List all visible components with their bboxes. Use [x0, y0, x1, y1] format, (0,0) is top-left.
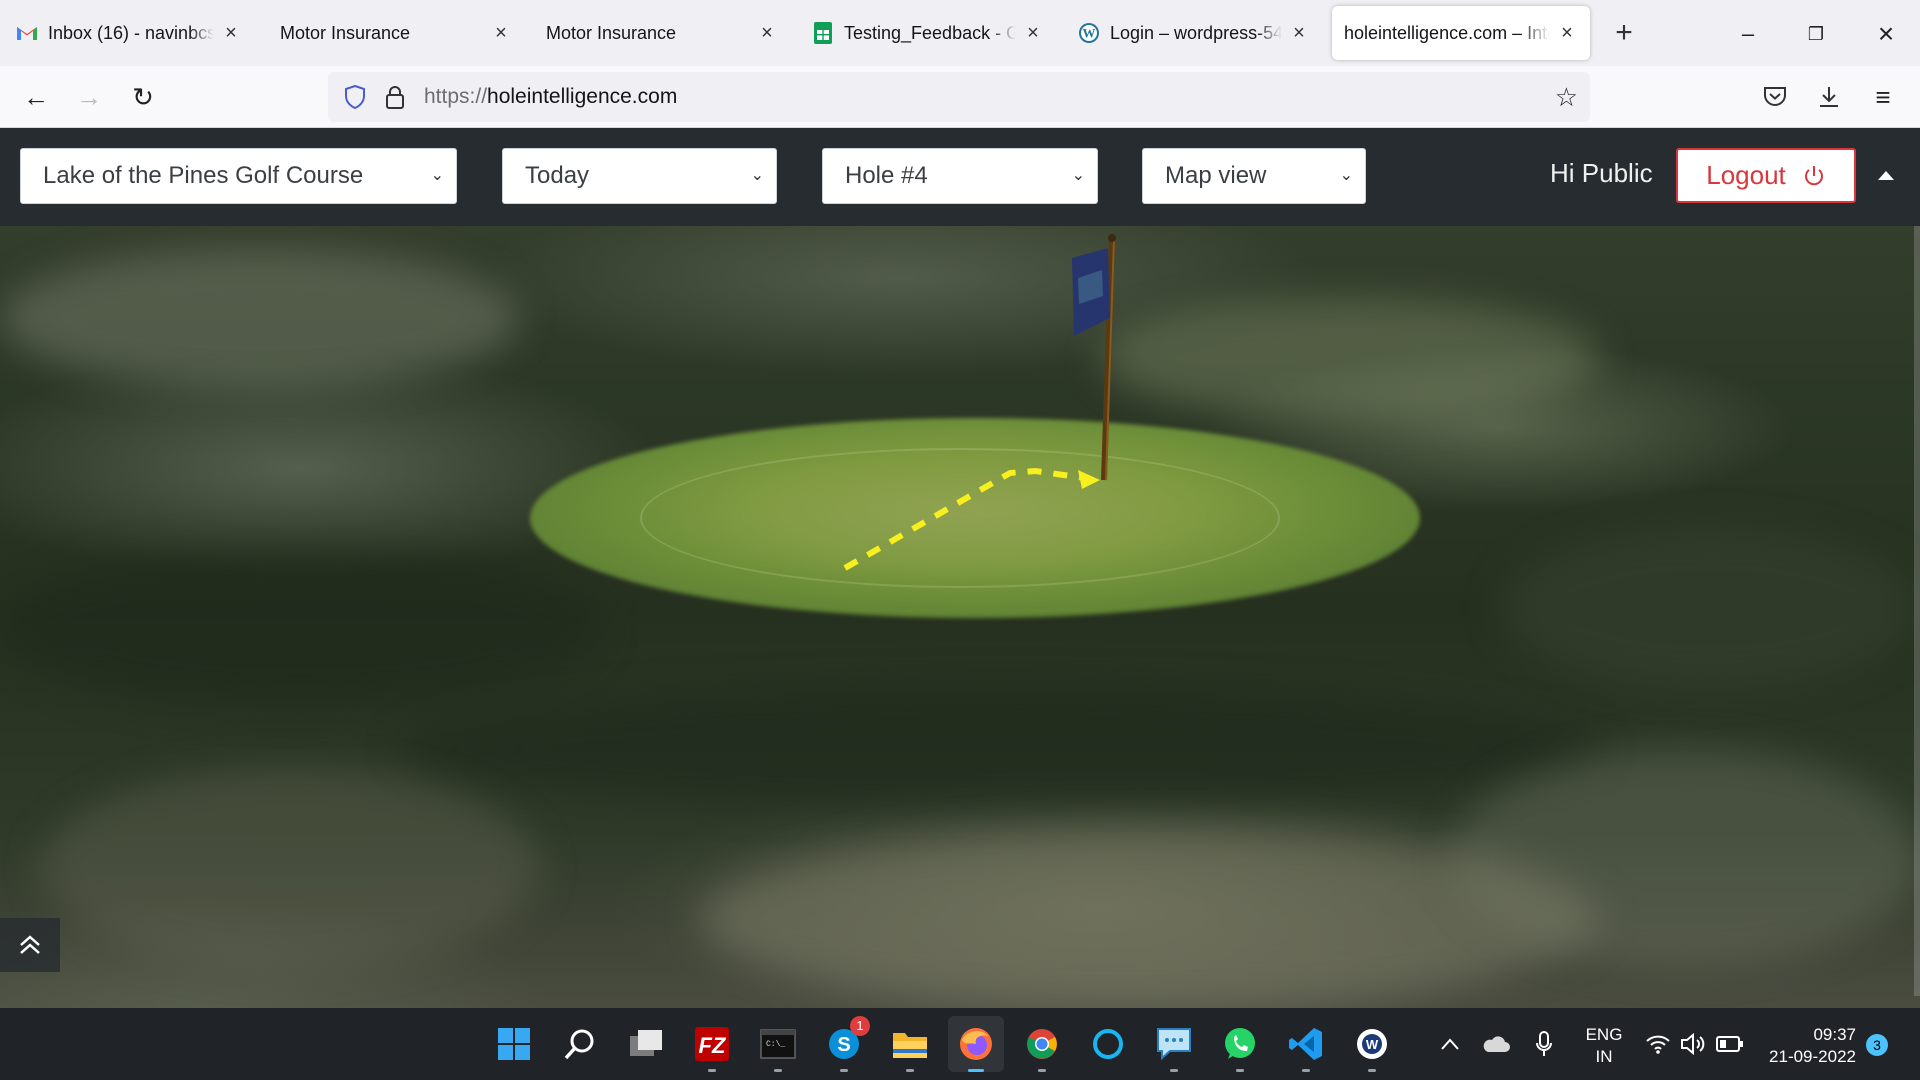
shot-arrow-head	[1078, 470, 1100, 489]
golf-map-page: Lake of the Pines Golf Course ⌄ Today ⌄ …	[0, 128, 1920, 1008]
input-language-indicator[interactable]: ENG IN	[1582, 1024, 1626, 1068]
windows-taskbar: FZ C:\_ S 1 W ENG IN 09:37 21-09-2022 3	[0, 1008, 1920, 1080]
chrome-icon[interactable]	[1020, 1022, 1064, 1072]
chevron-down-icon: ⌄	[1339, 167, 1353, 184]
windows-start-icon[interactable]	[492, 1022, 536, 1066]
skype-icon[interactable]: S 1	[822, 1016, 870, 1072]
view-select[interactable]: Map view ⌄	[1142, 148, 1366, 204]
clock-date: 21-09-2022	[1769, 1047, 1856, 1066]
menu-icon[interactable]: ≡	[1862, 76, 1904, 118]
date-select[interactable]: Today ⌄	[502, 148, 777, 204]
battery-icon[interactable]	[1708, 1022, 1752, 1066]
app-icon[interactable]: W	[1350, 1022, 1394, 1072]
file-explorer-icon[interactable]	[888, 1022, 932, 1072]
svg-text:W: W	[1083, 26, 1096, 41]
close-icon[interactable]: ×	[1288, 22, 1310, 44]
shot-path-line	[843, 467, 1086, 571]
close-icon[interactable]: ×	[756, 22, 778, 44]
view-select-value: Map view	[1165, 162, 1267, 189]
scroll-to-top-button[interactable]	[0, 918, 60, 972]
satellite-3d-map[interactable]	[0, 128, 1920, 1008]
page-scrollbar[interactable]	[1914, 226, 1920, 996]
shield-icon[interactable]	[340, 82, 370, 112]
tab-testing-feedback[interactable]: Testing_Feedback - Go ×	[800, 6, 1056, 60]
minimize-icon[interactable]: –	[1728, 14, 1768, 54]
google-sheets-icon	[812, 22, 834, 44]
vscode-icon[interactable]	[1284, 1022, 1328, 1072]
feedback-hub-icon[interactable]	[1152, 1022, 1196, 1072]
window-close-icon[interactable]: ×	[1866, 14, 1906, 54]
new-tab-button[interactable]: +	[1604, 14, 1644, 54]
url-text[interactable]: https://holeintelligence.com	[424, 85, 677, 109]
course-select[interactable]: Lake of the Pines Golf Course ⌄	[20, 148, 457, 204]
terminal-icon[interactable]: C:\_	[756, 1022, 800, 1072]
address-bar[interactable]: https://holeintelligence.com ☆	[328, 72, 1590, 122]
chevron-down-icon: ⌄	[750, 167, 764, 184]
course-select-value: Lake of the Pines Golf Course	[43, 162, 364, 189]
clock-time: 09:37	[1813, 1025, 1856, 1044]
bookmark-star-icon[interactable]: ☆	[1555, 82, 1578, 112]
whatsapp-icon[interactable]	[1218, 1022, 1262, 1072]
close-icon[interactable]: ×	[220, 22, 242, 44]
tab-gmail-inbox[interactable]: Inbox (16) - navinbcs@ ×	[4, 6, 254, 60]
tab-title: Motor Insurance	[546, 22, 677, 43]
hole-select[interactable]: Hole #4 ⌄	[822, 148, 1098, 204]
svg-text:W: W	[1366, 1037, 1379, 1052]
close-icon[interactable]: ×	[1556, 22, 1578, 44]
date-select-value: Today	[525, 162, 590, 189]
tab-wordpress-login[interactable]: W Login – wordpress-54 ×	[1066, 6, 1322, 60]
flag-pole-tip	[1108, 234, 1116, 242]
back-icon[interactable]: ←	[15, 76, 57, 118]
tab-motor-insurance-2[interactable]: Motor Insurance ×	[534, 6, 790, 60]
tab-title: Motor Insurance	[280, 22, 411, 43]
svg-text:S: S	[837, 1034, 850, 1056]
filezilla-icon[interactable]: FZ	[690, 1022, 734, 1072]
gmail-icon	[16, 22, 38, 44]
app-toolbar: Lake of the Pines Golf Course ⌄ Today ⌄ …	[0, 128, 1920, 226]
chevron-down-icon: ⌄	[1071, 167, 1085, 184]
logout-button[interactable]: Logout	[1676, 148, 1856, 203]
forward-icon[interactable]: →	[68, 76, 110, 118]
hole-select-value: Hole #4	[845, 162, 928, 189]
reload-icon[interactable]: ↻	[122, 76, 164, 118]
double-chevron-up-icon	[20, 935, 40, 954]
tab-title: holeintelligence.com – Inte	[1344, 22, 1550, 43]
shot-overlay	[843, 234, 1116, 571]
microphone-icon[interactable]	[1522, 1022, 1566, 1066]
download-icon[interactable]	[1808, 76, 1850, 118]
user-greeting: Hi Public	[1550, 158, 1653, 188]
svg-text:C:\_: C:\_	[766, 1040, 785, 1049]
lock-icon[interactable]	[382, 82, 408, 112]
power-icon	[1802, 164, 1826, 188]
tab-title: Login – wordpress-54	[1110, 22, 1282, 43]
close-icon[interactable]: ×	[490, 22, 512, 44]
svg-text:FZ: FZ	[699, 1033, 727, 1058]
show-hidden-icons-chevron-icon[interactable]	[1428, 1022, 1472, 1066]
pocket-icon[interactable]	[1754, 76, 1796, 118]
onedrive-cloud-icon[interactable]	[1474, 1022, 1518, 1066]
collapse-toolbar-icon[interactable]	[1874, 164, 1898, 188]
close-icon[interactable]: ×	[1022, 22, 1044, 44]
restore-icon[interactable]: ❐	[1796, 14, 1836, 54]
browser-tab-strip: Inbox (16) - navinbcs@ × Motor Insurance…	[0, 0, 1920, 66]
logout-label: Logout	[1706, 160, 1786, 190]
notification-count-badge[interactable]: 3	[1866, 1034, 1888, 1056]
tab-title: Inbox (16) - navinbcs@	[48, 22, 214, 43]
skype-unread-badge: 1	[850, 1016, 870, 1036]
firefox-icon[interactable]	[948, 1016, 1004, 1072]
cortana-icon[interactable]	[1086, 1022, 1130, 1066]
chevron-down-icon: ⌄	[430, 167, 444, 184]
tab-holeintelligence[interactable]: holeintelligence.com – Inte ×	[1332, 6, 1590, 60]
search-icon[interactable]	[558, 1022, 602, 1066]
tab-title: Testing_Feedback - Go	[844, 22, 1016, 43]
browser-nav-bar: ← → ↻ https://holeintelligence.com ☆ ≡	[0, 66, 1920, 128]
wordpress-icon: W	[1078, 22, 1100, 44]
task-view-icon[interactable]	[624, 1022, 668, 1066]
system-clock[interactable]: 09:37 21-09-2022	[1760, 1024, 1856, 1068]
tab-motor-insurance-1[interactable]: Motor Insurance ×	[268, 6, 524, 60]
